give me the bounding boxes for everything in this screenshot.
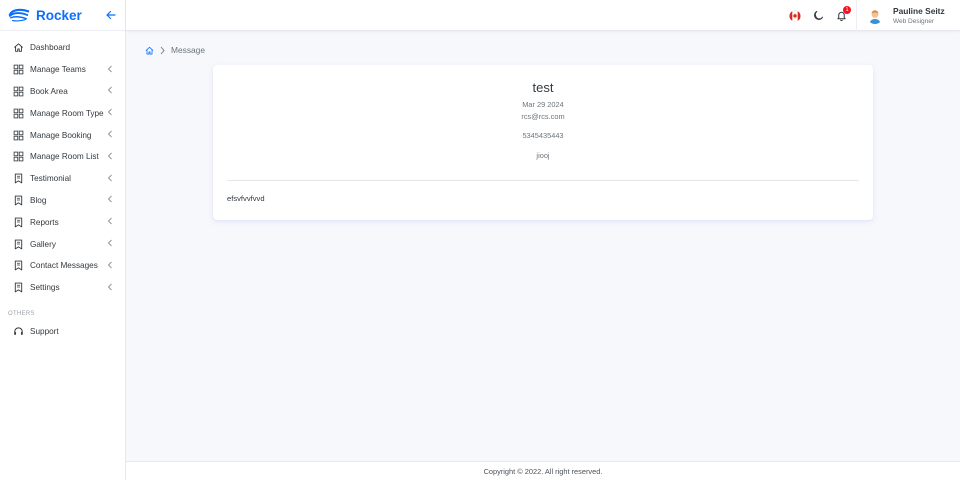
divider xyxy=(227,180,859,181)
chevron-left-icon xyxy=(107,239,113,249)
avatar xyxy=(867,7,883,24)
sidebar-item-testimonial[interactable]: Testimonial xyxy=(0,168,125,190)
sidebar-toggle-button[interactable] xyxy=(105,9,117,21)
sidebar-item-manage-teams[interactable]: Manage Teams xyxy=(0,59,125,81)
sidebar-item-label: Manage Teams xyxy=(30,65,86,75)
breadcrumb: Message xyxy=(145,44,205,56)
sidebar-item-label: Contact Messages xyxy=(30,261,98,271)
sidebar-item-label: Reports xyxy=(30,217,59,227)
chevron-left-icon xyxy=(107,65,113,75)
chevron-left-icon xyxy=(107,261,113,271)
notifications-button[interactable]: 1 xyxy=(834,5,851,23)
bookmark-icon xyxy=(13,195,24,206)
user-name: Pauline Seitz xyxy=(893,6,945,16)
home-icon xyxy=(13,42,24,53)
headset-icon xyxy=(13,326,24,337)
arrow-left-icon xyxy=(106,10,116,20)
sidebar-item-label: Book Area xyxy=(30,86,68,96)
copyright-text: Copyright © 2022. All right reserved. xyxy=(483,466,603,476)
sidebar-item-contact-messages[interactable]: Contact Messages xyxy=(0,255,125,277)
chevron-left-icon xyxy=(107,86,113,96)
sidebar: Rocker Dashboard Manage Teams Book Area Man… xyxy=(0,0,126,480)
chevron-left-icon xyxy=(107,283,113,293)
brand-name: Rocker xyxy=(36,7,82,23)
grid-icon xyxy=(13,151,24,162)
sidebar-item-manage-booking[interactable]: Manage Booking xyxy=(0,124,125,146)
sidebar-item-label: Manage Booking xyxy=(30,130,92,140)
chevron-left-icon xyxy=(107,108,113,118)
sidebar-item-reports[interactable]: Reports xyxy=(0,211,125,233)
message-phone: 5345435443 xyxy=(522,131,564,140)
bookmark-icon xyxy=(13,239,24,250)
bookmark-icon xyxy=(13,217,24,228)
chevron-left-icon xyxy=(107,130,113,140)
grid-icon xyxy=(13,86,24,97)
logo-icon xyxy=(8,8,30,22)
message-body: efsvfvvfvvd xyxy=(227,194,265,203)
grid-icon xyxy=(13,108,24,119)
sidebar-item-label: Support xyxy=(30,326,59,336)
sidebar-item-dashboard[interactable]: Dashboard xyxy=(0,37,125,59)
sidebar-item-label: Blog xyxy=(30,195,47,205)
moon-icon xyxy=(813,10,823,20)
sidebar-item-settings[interactable]: Settings xyxy=(0,277,125,299)
notification-badge: 1 xyxy=(843,5,851,14)
grid-icon xyxy=(13,130,24,141)
chevron-left-icon xyxy=(107,152,113,162)
chevron-left-icon xyxy=(107,217,113,227)
sidebar-item-book-area[interactable]: Book Area xyxy=(0,81,125,103)
sidebar-menu: Dashboard Manage Teams Book Area Manage Roo… xyxy=(0,31,125,299)
sidebar-item-manage-room-type[interactable]: Manage Room Type xyxy=(0,102,125,124)
sidebar-item-label: Gallery xyxy=(30,239,56,249)
grid-icon xyxy=(13,64,24,75)
home-icon[interactable] xyxy=(145,46,154,55)
sidebar-item-label: Dashboard xyxy=(30,43,71,53)
bookmark-icon xyxy=(13,173,24,184)
theme-toggle-button[interactable] xyxy=(811,9,825,23)
sidebar-item-label: Manage Room List xyxy=(30,152,99,162)
canada-flag-icon xyxy=(789,9,801,22)
topbar: 1 Pauline Seitz Web Designer xyxy=(126,0,960,31)
sidebar-item-blog[interactable]: Blog xyxy=(0,190,125,212)
sidebar-item-support[interactable]: Support xyxy=(0,321,125,343)
breadcrumb-current: Message xyxy=(171,45,205,55)
sidebar-section-others: OTHERS xyxy=(8,310,35,317)
message-email: rcs@rcs.com xyxy=(521,112,565,121)
footer: Copyright © 2022. All right reserved. xyxy=(126,461,960,480)
message-date: Mar 29 2024 xyxy=(522,100,564,109)
sidebar-item-manage-room-list[interactable]: Manage Room List xyxy=(0,146,125,168)
sidebar-item-gallery[interactable]: Gallery xyxy=(0,233,125,255)
user-menu[interactable]: Pauline Seitz Web Designer xyxy=(856,0,960,31)
sidebar-item-label: Manage Room Type xyxy=(30,108,104,118)
brand-header: Rocker xyxy=(0,0,125,31)
chevron-left-icon xyxy=(107,174,113,184)
bookmark-icon xyxy=(13,282,24,293)
user-role: Web Designer xyxy=(893,18,935,25)
chevron-left-icon xyxy=(107,195,113,205)
user-info: Pauline Seitz Web Designer xyxy=(893,6,945,25)
chevron-right-icon xyxy=(160,46,165,54)
language-button[interactable] xyxy=(788,9,802,23)
sidebar-item-label: Testimonial xyxy=(30,174,71,184)
message-sender-name: test xyxy=(532,80,554,95)
bookmark-icon xyxy=(13,260,24,271)
sidebar-item-label: Settings xyxy=(30,283,60,293)
message-card: test Mar 29 2024 rcs@rcs.com 5345435443 … xyxy=(213,65,873,220)
message-subject: jiooj xyxy=(536,151,550,160)
topbar-icons: 1 xyxy=(788,0,851,31)
